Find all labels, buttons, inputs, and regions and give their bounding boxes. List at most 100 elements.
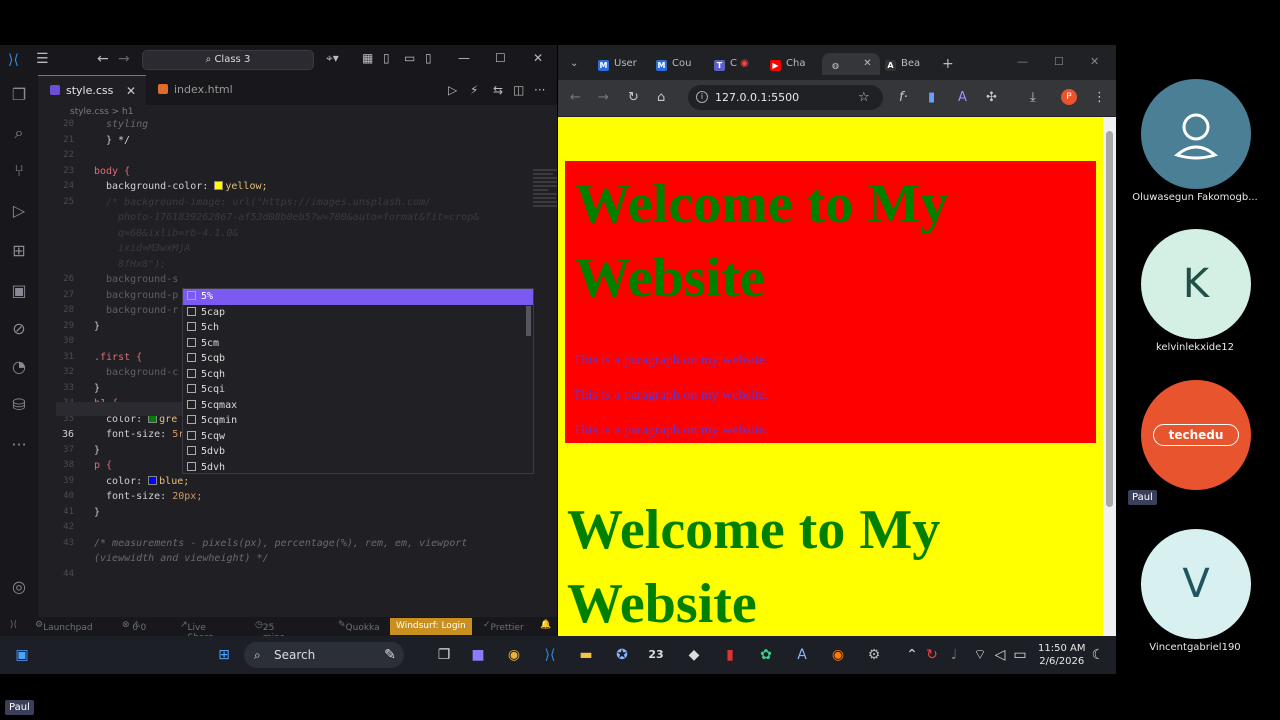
prettier-item[interactable]: ✓ Prettier (483, 620, 524, 633)
download-icon[interactable]: ⤓ (1030, 90, 1036, 105)
copilot-icon[interactable]: ⌖▾ (326, 51, 339, 66)
extensions-puzzle-icon[interactable]: ✣ (986, 90, 997, 105)
menu-icon[interactable]: ☰ (36, 51, 49, 67)
extensions-icon[interactable]: ⊞ (9, 241, 29, 261)
participant-avatar[interactable]: techedu (1141, 380, 1251, 490)
participant-avatar[interactable] (1141, 79, 1251, 189)
participant-avatar[interactable]: K (1141, 229, 1251, 339)
tab-style-css[interactable]: style.css ✕ (38, 75, 146, 105)
meet-icon[interactable]: ■ (468, 645, 488, 665)
color-swatch[interactable] (214, 181, 224, 190)
browser-tab-user[interactable]: M User (598, 53, 637, 75)
maximize-icon[interactable]: ☐ (1054, 55, 1064, 68)
layout-panel-icon[interactable]: ▦ (362, 51, 373, 65)
toggle-sidebar-icon[interactable]: ▯ (383, 51, 390, 65)
forward-arrow-icon[interactable]: → (598, 90, 609, 105)
extension-a-icon[interactable]: A (958, 90, 967, 105)
copilot-icon[interactable]: ✎ (380, 645, 400, 665)
toggle-secondary-sidebar-icon[interactable]: ▯ (425, 51, 432, 65)
run-debug-icon[interactable]: ▷ (9, 201, 29, 221)
profile-avatar[interactable]: P (1061, 89, 1077, 105)
browser-tab-youtube[interactable]: ▶ Cha (770, 53, 805, 75)
autocomplete-item[interactable]: 5dvb (183, 444, 533, 460)
clock[interactable]: 11:50 AM 2/6/2026 (1038, 642, 1085, 668)
page-viewport[interactable]: Welcome to My Website This is a paragrap… (558, 117, 1103, 636)
widgets-icon[interactable]: ▣ (12, 645, 32, 665)
toggle-panel-icon[interactable]: ▭ (404, 51, 415, 65)
close-tab-icon[interactable]: ✕ (126, 76, 136, 106)
app-icon[interactable]: ◆ (684, 645, 704, 665)
git-graph-icon[interactable]: ⊘ (9, 319, 29, 339)
back-arrow-icon[interactable]: ← (570, 90, 581, 105)
tray-chevron-icon[interactable]: ⌃ (902, 645, 922, 665)
reload-icon[interactable]: ↻ (628, 90, 639, 105)
calendar-badge-icon[interactable]: 23 (646, 645, 666, 665)
autocomplete-item[interactable]: 5ch (183, 320, 533, 336)
problems-item[interactable]: ⊗ 0 ⚠ 0 (122, 620, 146, 633)
tray-sync-icon[interactable]: ↻ (922, 645, 942, 665)
command-center-search[interactable]: ⌕ Class 3 (142, 50, 314, 70)
close-icon[interactable]: ✕ (1090, 55, 1099, 68)
remote-explorer-icon[interactable]: ▣ (9, 281, 29, 301)
windsurf-login[interactable]: Windsurf: Login (390, 618, 472, 635)
accounts-icon[interactable]: ◎ (9, 577, 29, 597)
autocomplete-item[interactable]: 5cqi (183, 382, 533, 398)
color-swatch[interactable] (148, 475, 158, 485)
split-editor-icon[interactable]: ◫ (513, 83, 524, 97)
scrollbar-thumb[interactable] (1106, 131, 1113, 507)
close-icon[interactable]: ✕ (533, 51, 543, 65)
extension-doc-icon[interactable]: ▮ (928, 90, 935, 105)
explorer-icon[interactable]: ❐ (9, 85, 29, 105)
edge-tools-icon[interactable]: ◔ (9, 357, 29, 377)
search-icon[interactable]: ⌕ (9, 123, 29, 143)
bookmark-star-icon[interactable]: ☆ (858, 90, 870, 105)
app-icon[interactable]: ✿ (756, 645, 776, 665)
browser-tab-course[interactable]: M Cou (656, 53, 691, 75)
app-icon[interactable]: ✪ (612, 645, 632, 665)
close-tab-icon[interactable]: ✕ (863, 58, 871, 69)
browser-tab-localhost[interactable]: ◍ ✕ (822, 53, 880, 75)
browser-tab-teams[interactable]: TC ◉ (714, 53, 749, 75)
address-bar[interactable]: i 127.0.0.1:5500 (688, 85, 883, 110)
minimize-icon[interactable]: — (1017, 55, 1028, 68)
autocomplete-item[interactable]: 5cqb (183, 351, 533, 367)
page-scrollbar[interactable] (1103, 117, 1116, 636)
more-actions-icon[interactable]: ··· (534, 83, 545, 97)
autocomplete-item[interactable]: 5cqh (183, 367, 533, 383)
database-icon[interactable]: ⛁ (9, 395, 29, 415)
autocomplete-item[interactable]: 5dvh (183, 460, 533, 476)
autocomplete-item[interactable]: 5cqw (183, 429, 533, 445)
forward-arrow-icon[interactable]: → (118, 51, 130, 67)
site-info-icon[interactable]: i (696, 91, 708, 103)
autocomplete-item[interactable]: 5cqmax (183, 398, 533, 414)
file-explorer-icon[interactable]: ▬ (576, 645, 596, 665)
tray-mic-icon[interactable]: ♩ (944, 645, 964, 665)
task-view-icon[interactable]: ❐ (434, 645, 454, 665)
volume-icon[interactable]: ◁ (990, 645, 1010, 665)
compare-icon[interactable]: ⚡ (470, 83, 478, 97)
extension-fx-icon[interactable]: f· (899, 90, 908, 105)
chrome-icon[interactable]: ◉ (504, 645, 524, 665)
new-tab-icon[interactable]: + (942, 53, 954, 75)
participant-avatar[interactable]: V (1141, 529, 1251, 639)
source-control-icon[interactable]: ⑂ (9, 161, 29, 181)
timer-item[interactable]: ◷ 25 mins (255, 620, 285, 636)
wifi-icon[interactable]: ⌔ (970, 645, 990, 665)
autocomplete-item[interactable]: 5cm (183, 336, 533, 352)
autocomplete-list[interactable]: 5% 5cap 5ch 5cm 5cqb 5cqh 5cqi 5cqmax 5cqmin 5cqw… (182, 288, 534, 474)
autocomplete-item[interactable]: 5cap (183, 305, 533, 321)
battery-icon[interactable]: ▭ (1010, 645, 1030, 665)
breadcrumb[interactable]: style.css > h1 (70, 107, 133, 117)
more-icon[interactable]: ··· (9, 435, 29, 455)
open-changes-icon[interactable]: ⇆ (493, 83, 503, 97)
tab-search-icon[interactable]: ⌄ (570, 53, 578, 75)
start-windows-icon[interactable]: ⊞ (214, 645, 234, 665)
brave-icon[interactable]: ◉ (828, 645, 848, 665)
launchpad-item[interactable]: ⚙ Launchpad (35, 620, 93, 633)
home-icon[interactable]: ⌂ (657, 90, 665, 105)
autocomplete-item[interactable]: 5cqmin (183, 413, 533, 429)
app-icon[interactable]: ▮ (720, 645, 740, 665)
remote-icon[interactable]: ⟩⟨ (10, 620, 17, 630)
minimap[interactable] (533, 167, 557, 277)
live-share-item[interactable]: ↗ Live Share (180, 620, 214, 636)
